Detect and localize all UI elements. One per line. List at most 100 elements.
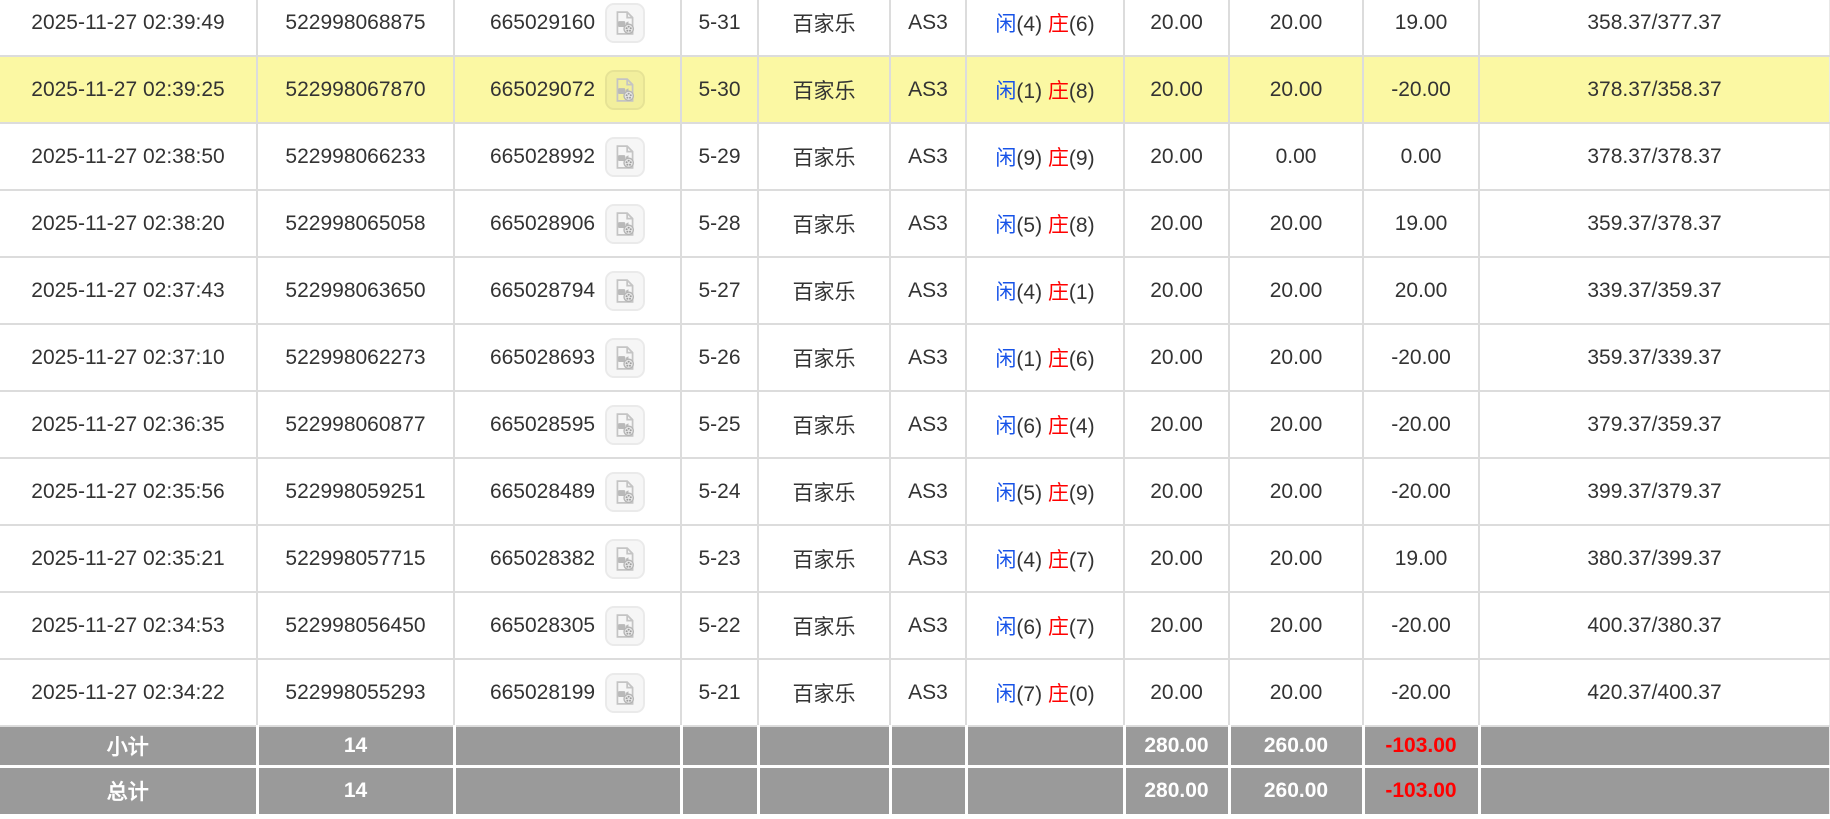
table-row[interactable]: 2025-11-27 02:35:56 522998059251 6650284…: [0, 458, 1830, 525]
summary-empty-cell: [681, 726, 758, 767]
valid-amount-cell: 20.00: [1229, 391, 1363, 458]
banker-label: 庄: [1048, 281, 1069, 304]
bet-amount-link[interactable]: 20.00: [1124, 592, 1229, 659]
valid-amount-cell: 20.00: [1229, 0, 1363, 56]
table-row[interactable]: 2025-11-27 02:39:49 522998068875 6650291…: [0, 0, 1830, 56]
balance-cell: 420.37/400.37: [1479, 659, 1830, 726]
win-loss-cell: 19.00: [1363, 190, 1479, 257]
win-loss-cell: -20.00: [1363, 592, 1479, 659]
banker-label: 庄: [1048, 616, 1069, 639]
shoe-round-cell: 5-29: [681, 123, 758, 190]
video-replay-button[interactable]: [605, 3, 645, 43]
video-replay-button[interactable]: [605, 338, 645, 378]
video-replay-icon: [612, 345, 638, 371]
bet-amount-link[interactable]: 20.00: [1124, 257, 1229, 324]
result-cell: 闲(9) 庄(9): [966, 123, 1124, 190]
bet-id-cell: 522998056450: [257, 592, 454, 659]
bet-id-cell: 522998055293: [257, 659, 454, 726]
balance-cell: 400.37/380.37: [1479, 592, 1830, 659]
result-cell: 闲(6) 庄(7): [966, 592, 1124, 659]
summary-empty-cell: [1479, 767, 1830, 815]
bet-time-cell: 2025-11-27 02:37:43: [0, 257, 257, 324]
valid-amount-cell: 20.00: [1229, 592, 1363, 659]
video-replay-button[interactable]: [605, 405, 645, 445]
summary-empty-cell: [454, 767, 681, 815]
round-id: 665029160: [490, 11, 595, 35]
bet-amount-link[interactable]: 20.00: [1124, 391, 1229, 458]
player-label: 闲: [995, 147, 1016, 170]
table-row[interactable]: 2025-11-27 02:37:10 522998062273 6650286…: [0, 324, 1830, 391]
video-replay-button[interactable]: [605, 271, 645, 311]
video-replay-button[interactable]: [605, 137, 645, 177]
table-row[interactable]: 2025-11-27 02:34:53 522998056450 6650283…: [0, 592, 1830, 659]
bet-amount-link[interactable]: 20.00: [1124, 0, 1229, 56]
player-label: 闲: [995, 281, 1016, 304]
bet-amount-link[interactable]: 20.00: [1124, 324, 1229, 391]
player-label: 闲: [995, 482, 1016, 505]
round-id-cell: 665028906: [454, 190, 681, 257]
round-id-cell: 665028992: [454, 123, 681, 190]
round-id-cell: 665029160: [454, 0, 681, 56]
table-row[interactable]: 2025-11-27 02:37:43 522998063650 6650287…: [0, 257, 1830, 324]
banker-score: (1): [1069, 281, 1095, 304]
win-loss-cell: -20.00: [1363, 391, 1479, 458]
bet-time-cell: 2025-11-27 02:35:56: [0, 458, 257, 525]
shoe-round-cell: 5-24: [681, 458, 758, 525]
bet-amount-link[interactable]: 20.00: [1124, 525, 1229, 592]
bet-id-cell: 522998062273: [257, 324, 454, 391]
balance-cell: 378.37/358.37: [1479, 56, 1830, 123]
win-loss-cell: 20.00: [1363, 257, 1479, 324]
valid-amount-cell: 20.00: [1229, 324, 1363, 391]
banker-score: (0): [1069, 683, 1095, 706]
round-id: 665028489: [490, 480, 595, 504]
video-replay-icon: [612, 211, 638, 237]
table-code-cell: AS3: [890, 525, 966, 592]
result-cell: 闲(4) 庄(7): [966, 525, 1124, 592]
round-id-cell: 665028199: [454, 659, 681, 726]
video-replay-button[interactable]: [605, 539, 645, 579]
table-code-cell: AS3: [890, 592, 966, 659]
video-replay-button[interactable]: [605, 70, 645, 110]
round-id: 665028992: [490, 145, 595, 169]
game-name-cell: 百家乐: [758, 391, 890, 458]
bet-amount-link[interactable]: 20.00: [1124, 458, 1229, 525]
subtotal-row: 小计 14 280.00 260.00 -103.00: [0, 726, 1830, 767]
bet-amount-link[interactable]: 20.00: [1124, 190, 1229, 257]
table-row[interactable]: 2025-11-27 02:35:21 522998057715 6650283…: [0, 525, 1830, 592]
player-label: 闲: [995, 683, 1016, 706]
video-replay-button[interactable]: [605, 204, 645, 244]
player-label: 闲: [995, 13, 1016, 36]
table-row[interactable]: 2025-11-27 02:39:25 522998067870 6650290…: [0, 56, 1830, 123]
game-name-cell: 百家乐: [758, 56, 890, 123]
table-row[interactable]: 2025-11-27 02:38:50 522998066233 6650289…: [0, 123, 1830, 190]
table-row[interactable]: 2025-11-27 02:36:35 522998060877 6650285…: [0, 391, 1830, 458]
win-loss-cell: 19.00: [1363, 525, 1479, 592]
banker-score: (7): [1069, 616, 1095, 639]
player-label: 闲: [995, 549, 1016, 572]
summary-empty-cell: [681, 767, 758, 815]
bet-amount-link[interactable]: 20.00: [1124, 659, 1229, 726]
total-row: 总计 14 280.00 260.00 -103.00: [0, 767, 1830, 815]
bet-amount-link[interactable]: 20.00: [1124, 56, 1229, 123]
player-score: (4): [1016, 13, 1042, 36]
game-name-cell: 百家乐: [758, 190, 890, 257]
video-replay-button[interactable]: [605, 673, 645, 713]
win-loss-cell: -20.00: [1363, 659, 1479, 726]
game-name-cell: 百家乐: [758, 324, 890, 391]
player-score: (9): [1016, 147, 1042, 170]
result-cell: 闲(5) 庄(9): [966, 458, 1124, 525]
video-replay-button[interactable]: [605, 606, 645, 646]
table-code-cell: AS3: [890, 190, 966, 257]
bet-amount-link[interactable]: 20.00: [1124, 123, 1229, 190]
banker-score: (6): [1069, 348, 1095, 371]
round-id: 665028199: [490, 681, 595, 705]
video-replay-button[interactable]: [605, 472, 645, 512]
video-replay-icon: [612, 278, 638, 304]
summary-empty-cell: [890, 767, 966, 815]
table-row[interactable]: 2025-11-27 02:38:20 522998065058 6650289…: [0, 190, 1830, 257]
banker-score: (7): [1069, 549, 1095, 572]
bet-id-cell: 522998059251: [257, 458, 454, 525]
game-name-cell: 百家乐: [758, 257, 890, 324]
table-row[interactable]: 2025-11-27 02:34:22 522998055293 6650281…: [0, 659, 1830, 726]
banker-label: 庄: [1048, 415, 1069, 438]
